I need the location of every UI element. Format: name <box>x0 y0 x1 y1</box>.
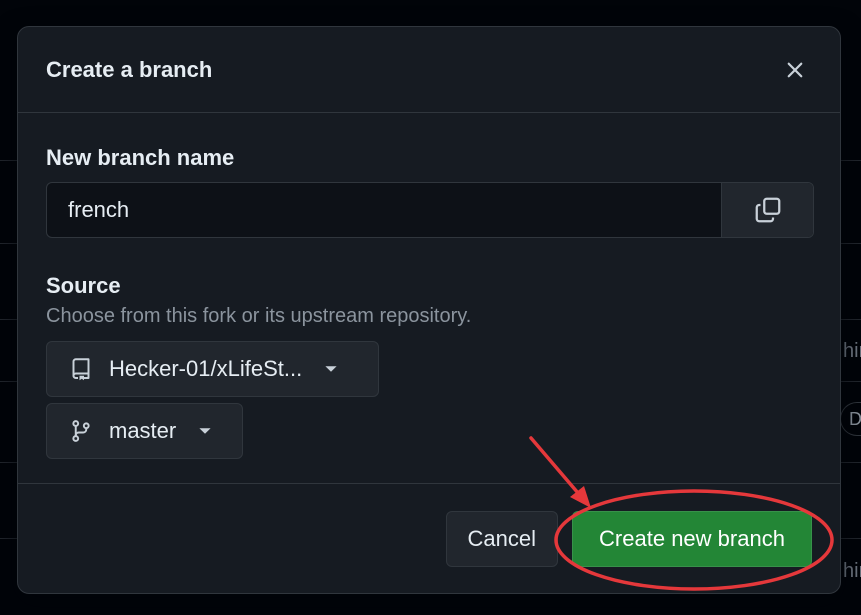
background-pill: D <box>840 402 861 436</box>
x-icon <box>787 62 803 77</box>
repository-select[interactable]: Hecker-01/xLifeSt... <box>46 341 379 397</box>
copy-icon <box>755 197 780 223</box>
background-text-fragment: hir <box>843 560 861 582</box>
branch-name-group <box>46 182 814 238</box>
branch-select[interactable]: master <box>46 403 243 459</box>
chevron-down-icon <box>198 424 212 438</box>
dialog-title: Create a branch <box>46 56 213 82</box>
dialog-body: New branch name Source Choose from this … <box>18 113 840 484</box>
git-branch-icon <box>69 419 93 443</box>
dialog-header: Create a branch <box>18 27 840 113</box>
create-branch-dialog: Create a branch New branch name Source C… <box>17 26 841 594</box>
close-button[interactable] <box>778 53 812 87</box>
chevron-down-icon <box>324 362 338 376</box>
background-text-fragment: hir <box>843 340 861 362</box>
background-text-fragment: D <box>849 409 861 429</box>
source-help-text: Choose from this fork or its upstream re… <box>46 305 472 327</box>
branch-select-label: master <box>109 418 177 443</box>
source-label: Source <box>46 273 121 298</box>
copy-button[interactable] <box>721 183 813 237</box>
create-new-branch-button[interactable]: Create new branch <box>572 511 812 567</box>
cancel-button[interactable]: Cancel <box>445 511 558 567</box>
repo-icon <box>69 357 93 381</box>
repository-select-label: Hecker-01/xLifeSt... <box>109 356 303 381</box>
branch-name-input[interactable] <box>47 183 721 237</box>
branch-name-label: New branch name <box>46 145 235 170</box>
dialog-footer: Cancel Create new branch <box>18 484 840 593</box>
